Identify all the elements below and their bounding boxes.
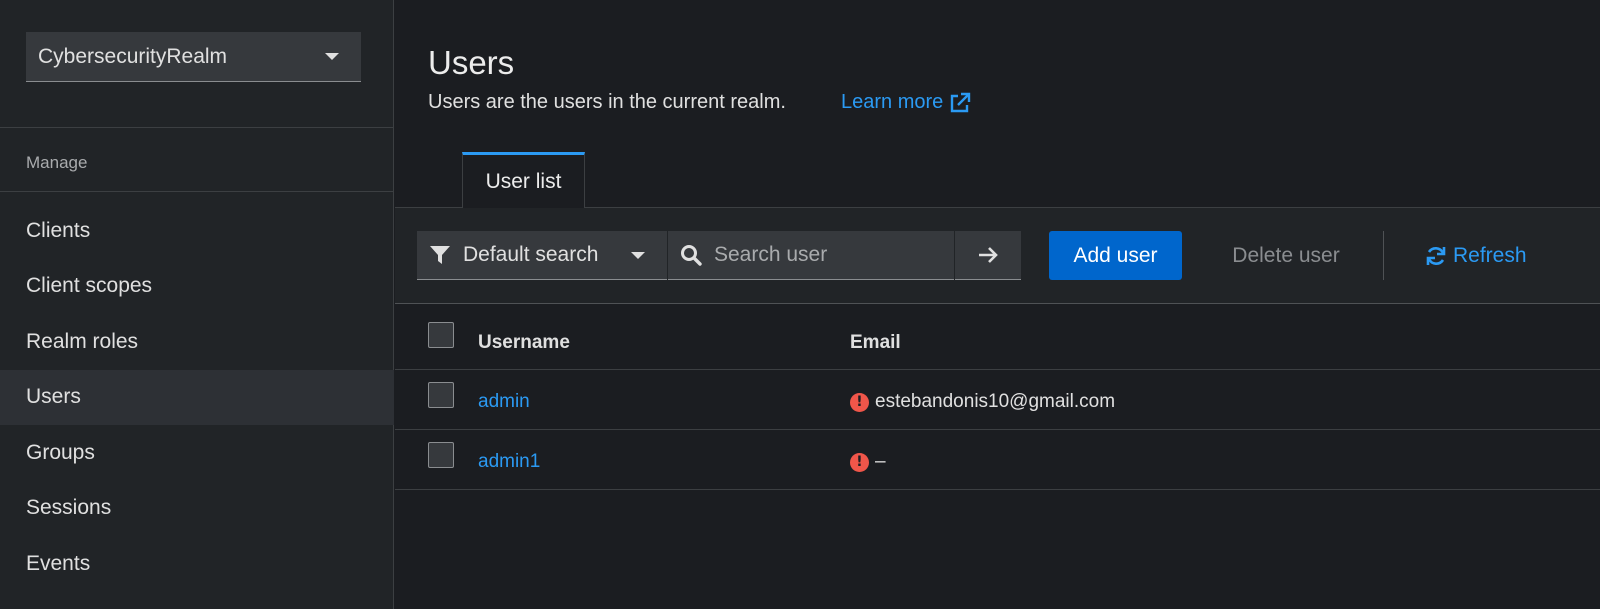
sidebar-item-client-scopes[interactable]: Client scopes: [0, 259, 394, 315]
delete-user-button[interactable]: Delete user: [1211, 231, 1361, 280]
filter-icon: [430, 246, 450, 264]
page-title: Users: [428, 44, 515, 81]
select-all-checkbox[interactable]: [428, 322, 454, 348]
main-content: Users Users are the users in the current…: [395, 0, 1600, 609]
learn-more-label: Learn more: [841, 91, 944, 113]
sidebar: CybersecurityRealm Manage Clients Client…: [0, 0, 394, 609]
column-header-username[interactable]: Username: [478, 332, 570, 354]
toolbar-separator: [1383, 231, 1384, 280]
username-link[interactable]: admin: [478, 391, 530, 413]
sidebar-section-label: Manage: [26, 153, 88, 172]
exclamation-circle-icon: !: [850, 392, 869, 412]
search-icon: [681, 245, 702, 266]
sidebar-item-events[interactable]: Events: [0, 536, 394, 592]
page-description: Users are the users in the current realm…: [428, 91, 786, 113]
realm-selector[interactable]: CybersecurityRealm: [26, 32, 361, 82]
sidebar-divider: [0, 127, 394, 128]
arrow-right-icon: [979, 247, 998, 263]
app: CybersecurityRealm Manage Clients Client…: [0, 0, 1600, 609]
refresh-icon: [1426, 246, 1446, 265]
external-link-icon: [951, 92, 971, 112]
sidebar-item-sessions[interactable]: Sessions: [0, 481, 394, 537]
sidebar-nav: Clients Client scopes Realm roles Users …: [0, 203, 394, 592]
refresh-label: Refresh: [1453, 243, 1527, 267]
search-field: [668, 231, 954, 280]
toolbar-border: [395, 303, 1600, 304]
email-value: –: [875, 451, 886, 472]
username-link[interactable]: admin1: [478, 451, 540, 473]
refresh-button[interactable]: Refresh: [1425, 231, 1527, 280]
row-checkbox[interactable]: [428, 382, 454, 408]
search-type-dropdown[interactable]: Default search: [417, 231, 667, 280]
email-cell: ! –: [850, 451, 886, 473]
search-submit-button[interactable]: [955, 231, 1021, 280]
tab-user-list[interactable]: User list: [462, 152, 585, 208]
caret-down-icon: [631, 251, 645, 259]
email-cell: ! estebandonis10@gmail.com: [850, 391, 1115, 413]
email-value: estebandonis10@gmail.com: [875, 391, 1116, 412]
sidebar-item-groups[interactable]: Groups: [0, 425, 394, 481]
caret-down-icon: [325, 53, 339, 60]
row-divider: [395, 369, 1600, 370]
sidebar-item-users[interactable]: Users: [0, 369, 394, 425]
search-input[interactable]: [714, 243, 944, 267]
row-divider: [395, 429, 1600, 430]
search-type-label: Default search: [463, 243, 599, 266]
sidebar-item-realm-roles[interactable]: Realm roles: [0, 314, 394, 370]
add-user-button[interactable]: Add user: [1049, 231, 1182, 280]
column-header-email: Email: [850, 332, 901, 353]
sidebar-divider: [0, 191, 394, 192]
exclamation-circle-icon: !: [850, 452, 869, 472]
row-divider: [395, 489, 1600, 490]
learn-more-link[interactable]: Learn more: [841, 91, 971, 114]
realm-name: CybersecurityRealm: [38, 44, 228, 68]
sidebar-item-clients[interactable]: Clients: [0, 203, 394, 259]
row-checkbox[interactable]: [428, 442, 454, 468]
